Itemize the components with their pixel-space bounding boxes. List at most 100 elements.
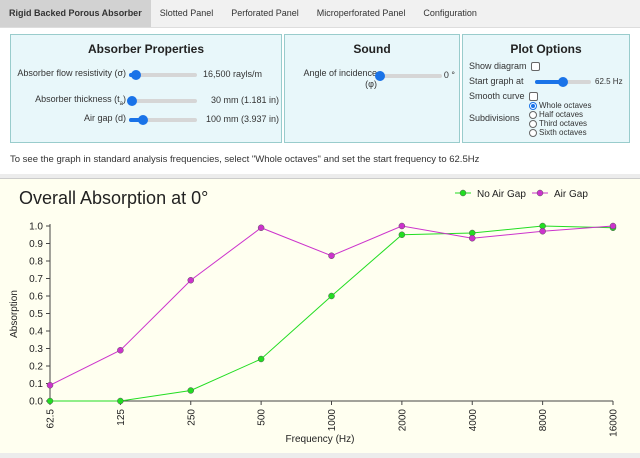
analysis-hint-text: To see the graph in standard analysis fr… [10,154,480,165]
data-point [398,222,406,230]
x-tick-label: 62.5 [46,409,57,429]
y-tick-label: 0.6 [29,292,43,303]
radio-button[interactable] [529,110,537,119]
radio-half-octaves[interactable]: Half octaves [529,110,591,119]
flow-resistivity-label: Absorber flow resistivity (σ) [17,68,126,78]
chart-title: Overall Absorption at 0° [19,188,208,208]
data-point [187,387,194,394]
radio-third-octaves[interactable]: Third octaves [529,119,591,128]
angle-row: Angle of incidence (φ) 0 ° [285,68,461,92]
air-gap-slider[interactable] [129,115,197,125]
y-tick-label: 0.8 [29,257,43,268]
chart-series [46,222,617,405]
absorber-thickness-label: Absorber thickness (ta) [35,94,126,107]
series-line [50,225,614,402]
tab-slotted-panel[interactable]: Slotted Panel [151,0,223,27]
flow-resistivity-slider[interactable] [129,70,197,80]
tab-perforated-panel[interactable]: Perforated Panel [222,0,308,27]
radio-label: Whole octaves [539,101,592,110]
chart-container: Overall Absorption at 0° No Air Gap Air G… [0,178,640,453]
start-graph-row: Start graph at 62.5 Hz [469,76,627,87]
data-point [187,277,194,284]
angle-value: 0 ° [443,70,455,80]
data-point [469,235,476,242]
air-gap-value: 100 mm (3.937 in) [205,114,279,124]
absorber-thickness-row: Absorber thickness (ta) 30 mm (1.181 in) [11,94,283,108]
y-tick-label: 0.2 [29,362,43,373]
data-point [46,397,54,405]
y-tick-label: 0.0 [29,397,43,408]
air-gap-label: Air gap (d) [83,113,126,123]
legend-swatch-marker [459,189,467,197]
x-tick-label: 4000 [468,409,479,432]
subdivisions-radio-group: Whole octaves Half octaves Third octaves… [529,101,591,137]
y-tick-label: 0.3 [29,344,43,355]
controls-area: Absorber Properties Absorber flow resist… [0,28,640,174]
radio-button[interactable] [529,128,537,137]
smooth-curve-row: Smooth curve [469,91,538,102]
tab-microperforated-panel[interactable]: Microperforated Panel [308,0,415,27]
y-tick-label: 1.0 [29,222,43,233]
y-tick-label: 0.9 [29,239,43,250]
sound-title: Sound [353,42,391,56]
absorption-chart: Overall Absorption at 0° No Air Gap Air G… [9,188,620,445]
x-tick-label: 250 [186,409,197,426]
angle-slider[interactable] [375,71,442,81]
y-tick-label: 0.5 [29,309,43,320]
slider-handle[interactable] [127,96,138,106]
data-point [257,355,265,363]
chart-legend: No Air Gap Air Gap [455,189,588,200]
radio-button[interactable] [529,101,537,110]
start-graph-slider[interactable] [535,77,591,87]
start-graph-label: Start graph at [469,76,524,86]
legend-label: Air Gap [554,189,588,200]
slider-handle[interactable] [130,70,141,80]
absorber-thickness-slider[interactable] [127,96,197,106]
absorber-properties-title: Absorber Properties [87,42,205,56]
data-point [328,252,335,259]
legend-label: No Air Gap [477,189,526,200]
data-point [328,292,335,300]
slider-handle[interactable] [137,115,148,125]
subdivisions-label: Subdivisions [469,113,520,123]
radio-button[interactable] [529,119,537,128]
absorber-properties-panel: Absorber Properties Absorber flow resist… [10,34,282,143]
x-tick-label: 1000 [327,409,338,432]
series-line [49,225,614,386]
radio-label: Third octaves [539,119,588,128]
data-point [609,222,617,230]
tab-rigid-backed-porous-absorber[interactable]: Rigid Backed Porous Absorber [0,0,151,27]
tab-configuration[interactable]: Configuration [414,0,486,27]
sound-panel: Sound Angle of incidence (φ) 0 ° [284,34,460,143]
radio-whole-octaves[interactable]: Whole octaves [529,101,591,110]
show-diagram-checkbox[interactable] [530,62,540,72]
radio-label: Half octaves [539,110,584,119]
x-tick-label: 500 [257,409,268,426]
y-tick-label: 0.7 [29,274,43,285]
plot-options-panel: Plot Options Show diagram Start graph at… [462,34,630,143]
air-gap-row: Air gap (d) 100 mm (3.937 in) [11,113,283,127]
slider-handle[interactable] [558,77,568,87]
y-axis: 0.0 0.1 0.2 0.3 0.4 0.5 0.6 0.7 0.8 0.9 1.0 [29,222,51,408]
show-diagram-label: Show diagram [469,61,527,71]
y-axis-label: Absorption [9,290,20,338]
x-axis: 62.5 125 250 500 1000 2000 4000 8000 16000 [46,400,620,437]
slider-handle[interactable] [375,71,385,81]
radio-sixth-octaves[interactable]: Sixth octaves [529,128,591,137]
legend-swatch-marker [536,189,544,197]
data-point [539,228,546,235]
flow-resistivity-value: 16,500 rayls/m [203,69,263,79]
x-tick-label: 2000 [397,409,408,432]
data-point [46,382,54,389]
x-tick-label: 16000 [609,409,620,437]
data-point [398,231,406,238]
smooth-curve-label: Smooth curve [469,91,525,101]
data-point [257,224,265,231]
x-tick-label: 125 [116,409,127,426]
x-tick-label: 8000 [538,409,549,432]
start-graph-value: 62.5 Hz [595,77,623,86]
plot-options-title: Plot Options [510,42,582,56]
radio-label: Sixth octaves [539,128,587,137]
x-axis-label: Frequency (Hz) [286,434,355,445]
smooth-curve-checkbox[interactable] [528,92,538,102]
